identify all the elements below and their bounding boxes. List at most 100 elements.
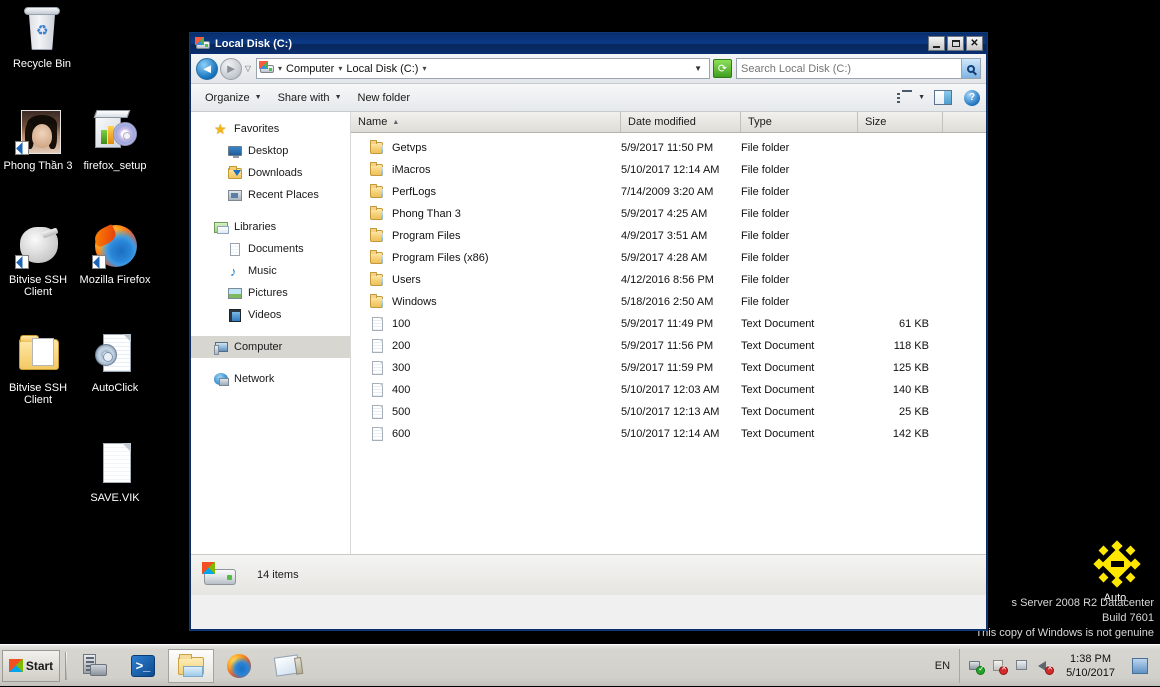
table-row[interactable]: PerfLogs7/14/2009 3:20 AMFile folder [351, 181, 986, 203]
command-bar[interactable]: Organize ▼ Share with ▼ New folder ▼ ? [191, 84, 986, 112]
cell-date-modified: 5/10/2017 12:03 AM [621, 384, 741, 396]
table-row[interactable]: iMacros5/10/2017 12:14 AMFile folder [351, 159, 986, 181]
table-row[interactable]: Getvps5/9/2017 11:50 PMFile folder [351, 137, 986, 159]
sidebar-group-libraries[interactable]: Libraries [191, 216, 350, 238]
file-name: 600 [392, 428, 410, 440]
flag-error-icon[interactable] [991, 658, 1007, 674]
column-header-type[interactable]: Type [741, 112, 858, 132]
sidebar-item-computer[interactable]: Computer [191, 336, 350, 358]
volume-muted-icon[interactable] [1037, 658, 1053, 674]
taskbar-button-powershell[interactable]: >_ [120, 649, 166, 683]
sidebar-item-recent-places[interactable]: Recent Places [191, 184, 350, 206]
system-tray[interactable]: EN 1:38 PM 5/10/2017 [926, 645, 1160, 687]
start-button[interactable]: Start [2, 650, 60, 682]
desktop-icon-save-vik[interactable]: SAVE.VIK [77, 440, 153, 504]
table-row[interactable]: Phong Than 35/9/2017 4:25 AMFile folder [351, 203, 986, 225]
sidebar-item-network[interactable]: Network [191, 368, 350, 390]
show-desktop-icon[interactable] [1132, 658, 1148, 674]
recent-pages-caret-icon[interactable]: ▽ [242, 64, 254, 73]
desktop-icon-bitvise-ssh-client-folder[interactable]: Bitvise SSH Client [0, 330, 76, 406]
desktop-icon-auto[interactable]: Auto [1077, 540, 1153, 604]
preview-pane-icon[interactable] [934, 90, 952, 105]
cell-type: File folder [741, 296, 858, 308]
share-with-button[interactable]: Share with ▼ [270, 88, 350, 108]
sidebar-item-desktop[interactable]: Desktop [191, 140, 350, 162]
folder-icon [369, 228, 385, 244]
table-row[interactable]: Windows5/18/2016 2:50 AMFile folder [351, 291, 986, 313]
back-button[interactable]: ◄ [196, 58, 218, 80]
column-header-row[interactable]: Name ▲ Date modified Type Size [351, 112, 986, 133]
minimize-button[interactable] [928, 36, 945, 51]
taskbar-button-firefox[interactable] [216, 649, 262, 683]
search-box[interactable] [736, 58, 981, 79]
file-rows[interactable]: Getvps5/9/2017 11:50 PMFile folderiMacro… [351, 133, 986, 554]
maximize-button[interactable] [947, 36, 964, 51]
table-row[interactable]: Program Files (x86)5/9/2017 4:28 AMFile … [351, 247, 986, 269]
column-header-blank[interactable] [943, 112, 986, 132]
sidebar-item-pictures[interactable]: Pictures [191, 282, 350, 304]
table-row[interactable]: 3005/9/2017 11:59 PMText Document125 KB [351, 357, 986, 379]
folder-icon [369, 294, 385, 310]
desktop-icon-phong-than-3[interactable]: Phong Thần 3 [0, 108, 76, 172]
desktop[interactable]: ♻ Recycle Bin Phong Thần 3 firefox_setup… [0, 0, 1160, 644]
new-folder-button[interactable]: New folder [350, 88, 419, 108]
search-input[interactable] [737, 62, 961, 76]
file-name: Getvps [392, 142, 427, 154]
sidebar-item-videos[interactable]: Videos [191, 304, 350, 326]
chevron-down-icon[interactable]: ▼ [916, 94, 932, 101]
desktop-icon-autoclick[interactable]: AutoClick [77, 330, 153, 394]
file-list-pane[interactable]: Name ▲ Date modified Type Size Getvps5/9… [351, 112, 986, 554]
breadcrumb-separator-icon[interactable]: ▾ [421, 64, 427, 73]
close-button[interactable]: ✕ [966, 36, 983, 51]
help-icon[interactable]: ? [964, 90, 980, 106]
folder-icon [369, 250, 385, 266]
taskbar-button-server-manager[interactable] [72, 649, 118, 683]
desktop-icon-bitvise-ssh-client-shortcut[interactable]: Bitvise SSH Client [0, 222, 76, 298]
desktop-icon-firefox-setup[interactable]: firefox_setup [77, 108, 153, 172]
window-titlebar[interactable]: Local Disk (C:) ✕ [191, 34, 986, 54]
organize-button[interactable]: Organize ▼ [197, 88, 270, 108]
network-ok-icon[interactable] [968, 658, 984, 674]
breadcrumb-local-disk[interactable]: Local Disk (C:) [343, 63, 421, 75]
column-header-date-modified[interactable]: Date modified [621, 112, 741, 132]
table-row[interactable]: Program Files4/9/2017 3:51 AMFile folder [351, 225, 986, 247]
file-name: Phong Than 3 [392, 208, 461, 220]
sidebar-item-downloads[interactable]: Downloads [191, 162, 350, 184]
sidebar-item-documents[interactable]: Documents [191, 238, 350, 260]
table-row[interactable]: 1005/9/2017 11:49 PMText Document61 KB [351, 313, 986, 335]
clock-time: 1:38 PM [1066, 652, 1115, 666]
desktop-icon-mozilla-firefox[interactable]: Mozilla Firefox [77, 222, 153, 286]
clock[interactable]: 1:38 PM 5/10/2017 [1060, 652, 1121, 680]
navigation-bar[interactable]: ◄ ► ▽ ▾ Computer ▾ Local Disk (C:) ▾ ▼ ⟳ [191, 54, 986, 84]
forward-button[interactable]: ► [220, 58, 242, 80]
text-document-icon [369, 426, 385, 442]
table-row[interactable]: 6005/10/2017 12:14 AMText Document142 KB [351, 423, 986, 445]
explorer-window[interactable]: Local Disk (C:) ✕ ◄ ► ▽ ▾ Computer ▾ Loc… [190, 33, 987, 630]
cell-name: PerfLogs [351, 184, 621, 200]
search-icon[interactable] [961, 59, 980, 78]
change-view-icon[interactable] [896, 90, 914, 106]
breadcrumb-computer[interactable]: Computer [283, 63, 337, 75]
refresh-button[interactable]: ⟳ [713, 59, 732, 78]
table-row[interactable]: 4005/10/2017 12:03 AMText Document140 KB [351, 379, 986, 401]
taskbar-button-explorer[interactable] [168, 649, 214, 683]
taskbar-button-notepad[interactable] [264, 649, 310, 683]
table-row[interactable]: Users4/12/2016 8:56 PMFile folder [351, 269, 986, 291]
taskbar[interactable]: Start >_ EN 1:38 PM 5/10/2017 [0, 644, 1160, 686]
column-header-size[interactable]: Size [858, 112, 943, 132]
sidebar-item-music[interactable]: ♪ Music [191, 260, 350, 282]
cell-date-modified: 5/9/2017 11:49 PM [621, 318, 741, 330]
desktop-icon-recycle-bin[interactable]: ♻ Recycle Bin [4, 6, 80, 70]
navigation-pane[interactable]: ★ Favorites Desktop Downloads Recent Pla… [191, 112, 351, 554]
sidebar-spacer [191, 326, 350, 336]
tray-icons[interactable]: 1:38 PM 5/10/2017 [959, 649, 1156, 683]
table-row[interactable]: 2005/9/2017 11:56 PMText Document118 KB [351, 335, 986, 357]
disk-icon[interactable] [1014, 658, 1030, 674]
column-header-name[interactable]: Name ▲ [351, 112, 621, 132]
address-bar[interactable]: ▾ Computer ▾ Local Disk (C:) ▾ ▼ [256, 58, 710, 79]
start-label: Start [26, 659, 53, 673]
table-row[interactable]: 5005/10/2017 12:13 AMText Document25 KB [351, 401, 986, 423]
address-dropdown-icon[interactable]: ▼ [689, 64, 707, 73]
language-indicator[interactable]: EN [926, 660, 959, 672]
sidebar-group-favorites[interactable]: ★ Favorites [191, 118, 350, 140]
